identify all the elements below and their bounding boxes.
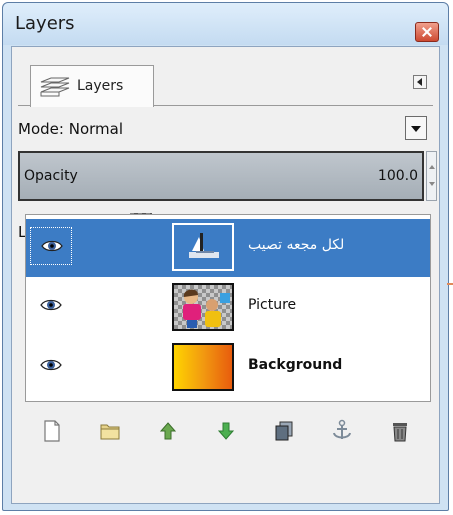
layer-thumbnail bbox=[172, 343, 234, 391]
tab-layers[interactable]: Layers bbox=[30, 65, 154, 107]
mode-value: Normal bbox=[68, 120, 123, 138]
eye-icon bbox=[41, 240, 63, 252]
tab-strip: Layers bbox=[18, 59, 433, 107]
mode-dropdown-button[interactable] bbox=[405, 116, 427, 140]
layer-name: لکل مجعه تصیب bbox=[248, 237, 345, 253]
window-title: Layers bbox=[15, 13, 75, 34]
opacity-value: 100.0 bbox=[377, 168, 418, 184]
text-layer-icon bbox=[189, 233, 219, 258]
layers-window: Layers Layers Mode: Normal Opacity 100.0 bbox=[2, 2, 449, 511]
opacity-label: Opacity bbox=[24, 168, 78, 184]
spin-down-icon[interactable] bbox=[429, 182, 435, 186]
layer-toolbar bbox=[25, 413, 431, 451]
raise-layer-icon[interactable] bbox=[157, 419, 179, 443]
layer-row-background[interactable]: Background bbox=[26, 339, 430, 397]
layer-row-picture[interactable]: Picture bbox=[26, 279, 430, 337]
layer-list: لکل مجعه تصیب Picture Background bbox=[25, 214, 431, 402]
edge-marker bbox=[447, 283, 453, 285]
layer-thumbnail bbox=[172, 283, 234, 331]
layers-icon bbox=[40, 77, 70, 97]
tab-menu-button[interactable] bbox=[413, 75, 427, 89]
eye-icon bbox=[40, 359, 62, 371]
visibility-toggle[interactable] bbox=[30, 347, 72, 385]
eye-icon bbox=[40, 299, 62, 311]
new-layer-group-icon[interactable] bbox=[99, 419, 121, 443]
mode-label: Mode: Normal bbox=[18, 120, 123, 138]
picture-thumbnail-icon bbox=[174, 285, 232, 329]
opacity-slider[interactable]: Opacity 100.0 bbox=[18, 151, 424, 201]
lower-layer-icon[interactable] bbox=[215, 419, 237, 443]
duplicate-layer-icon[interactable] bbox=[273, 419, 295, 443]
opacity-spinner[interactable] bbox=[426, 151, 437, 201]
visibility-toggle[interactable] bbox=[30, 227, 72, 265]
spin-up-icon[interactable] bbox=[429, 165, 435, 169]
new-layer-icon[interactable] bbox=[41, 419, 63, 443]
mode-row: Mode: Normal bbox=[12, 112, 439, 144]
visibility-toggle[interactable] bbox=[30, 287, 72, 325]
anchor-layer-icon[interactable] bbox=[331, 419, 353, 443]
tab-layers-label: Layers bbox=[77, 78, 124, 94]
close-button[interactable] bbox=[415, 22, 439, 42]
layer-row-text[interactable]: لکل مجعه تصیب bbox=[26, 219, 430, 277]
delete-layer-icon[interactable] bbox=[389, 419, 411, 443]
layer-name: Picture bbox=[248, 297, 297, 313]
layer-thumbnail bbox=[172, 223, 234, 271]
title-bar[interactable]: Layers bbox=[3, 3, 448, 45]
layer-name: Background bbox=[248, 357, 343, 373]
